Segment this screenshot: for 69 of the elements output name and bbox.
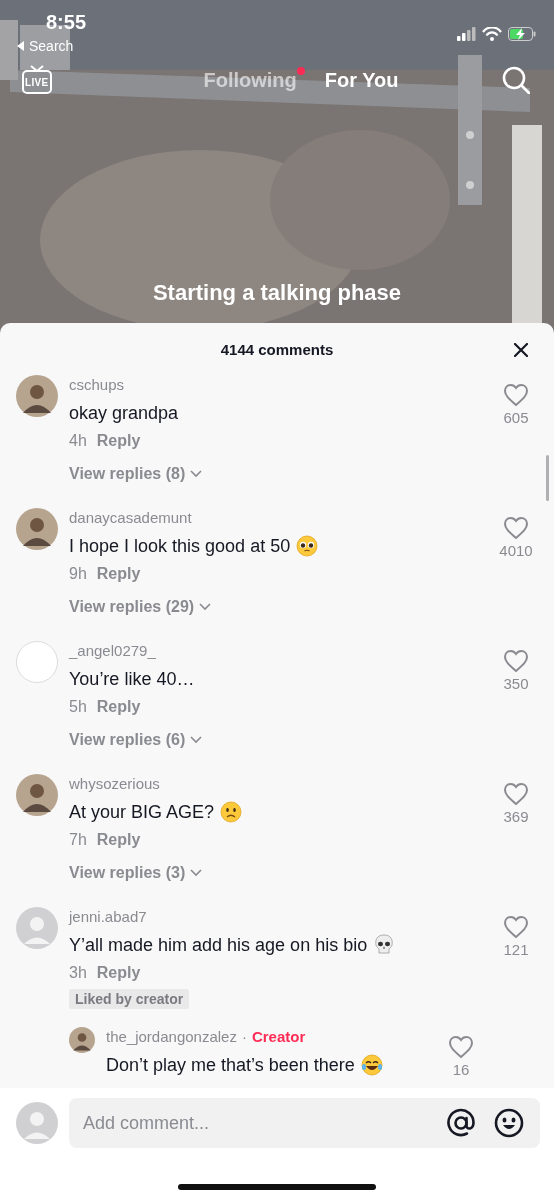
mention-icon[interactable] bbox=[446, 1108, 476, 1138]
search-icon[interactable] bbox=[502, 66, 530, 94]
timestamp: 4h bbox=[69, 431, 87, 451]
username[interactable]: _angel0279_ bbox=[69, 641, 483, 661]
timestamp: 5h bbox=[69, 697, 87, 717]
comment-text: You’re like 40… bbox=[69, 668, 195, 691]
reply-link[interactable]: Reply bbox=[96, 431, 141, 451]
comment-field[interactable]: Add comment... bbox=[69, 1098, 540, 1148]
heart-icon[interactable] bbox=[448, 1035, 474, 1059]
avatar[interactable] bbox=[16, 774, 58, 816]
signal-icon bbox=[457, 27, 476, 41]
username[interactable]: whysozerious bbox=[69, 774, 483, 794]
reply-link[interactable]: Reply bbox=[96, 564, 141, 584]
chevron-down-icon bbox=[190, 869, 203, 877]
wifi-icon bbox=[482, 27, 502, 41]
heart-icon[interactable] bbox=[503, 649, 529, 673]
view-replies-link[interactable]: View replies (3) bbox=[69, 863, 203, 883]
battery-icon bbox=[508, 27, 536, 41]
username[interactable]: danaycasademunt bbox=[69, 508, 483, 528]
like-count: 16 bbox=[452, 1061, 470, 1078]
comment-text: At your BIG AGE? bbox=[69, 801, 215, 824]
time-text: 8:55 bbox=[46, 10, 87, 34]
timestamp: 7h bbox=[69, 830, 87, 850]
chevron-down-icon bbox=[199, 603, 212, 611]
chevron-down-icon bbox=[190, 470, 203, 478]
like-count: 4010 bbox=[499, 542, 533, 559]
comment-text: Don’t play me that’s been there bbox=[106, 1054, 355, 1077]
comment-text: I hope I look this good at 50 bbox=[69, 535, 291, 558]
username[interactable]: the_jordangonzalez bbox=[106, 1027, 237, 1047]
emoji-icon[interactable] bbox=[494, 1108, 524, 1138]
comment-text: okay grandpa bbox=[69, 402, 179, 425]
frowning-face-icon bbox=[220, 801, 243, 823]
reply-link[interactable]: Reply bbox=[96, 697, 141, 717]
scroll-bar[interactable] bbox=[546, 455, 549, 501]
video-caption: Starting a talking phase bbox=[151, 280, 403, 306]
laughing-face-icon bbox=[360, 1054, 383, 1076]
pleading-face-icon bbox=[296, 535, 319, 557]
creator-label: Creator bbox=[251, 1028, 306, 1045]
like-count: 605 bbox=[503, 409, 529, 426]
comment-text: Y’all made him add his age on his bio bbox=[69, 934, 368, 957]
separator-dot: · bbox=[241, 1028, 247, 1045]
feed-tab[interactable]: Following bbox=[203, 68, 297, 92]
username[interactable]: cschups bbox=[69, 375, 483, 395]
back-link[interactable]: Search bbox=[16, 38, 87, 54]
view-replies-link[interactable]: View replies (6) bbox=[69, 730, 203, 750]
back-icon bbox=[16, 40, 25, 52]
avatar[interactable] bbox=[16, 375, 58, 417]
like-count: 121 bbox=[503, 941, 529, 958]
avatar[interactable] bbox=[69, 1027, 95, 1053]
chevron-down-icon bbox=[190, 736, 203, 744]
like-count: 350 bbox=[503, 675, 529, 692]
timestamp: 3h bbox=[69, 963, 87, 983]
close-icon[interactable] bbox=[514, 343, 528, 357]
sheet-title: 4144 comments bbox=[220, 340, 334, 358]
skull-icon bbox=[373, 934, 396, 956]
username[interactable]: jenni.abad7 bbox=[69, 907, 483, 927]
view-replies-link[interactable]: View replies (29) bbox=[69, 597, 212, 617]
heart-icon[interactable] bbox=[503, 782, 529, 806]
view-replies-link[interactable]: View replies (8) bbox=[69, 464, 203, 484]
heart-icon[interactable] bbox=[503, 915, 529, 939]
timestamp: 9h bbox=[69, 564, 87, 584]
liked-by-creator-tag: Liked by creator bbox=[69, 989, 190, 1009]
feed-tab[interactable]: For You bbox=[324, 68, 399, 92]
heart-icon[interactable] bbox=[503, 516, 529, 540]
like-count: 369 bbox=[503, 808, 529, 825]
reply-link[interactable]: Reply bbox=[96, 830, 141, 850]
heart-icon[interactable] bbox=[503, 383, 529, 407]
reply-link[interactable]: Reply bbox=[96, 963, 141, 983]
avatar[interactable] bbox=[16, 508, 58, 550]
